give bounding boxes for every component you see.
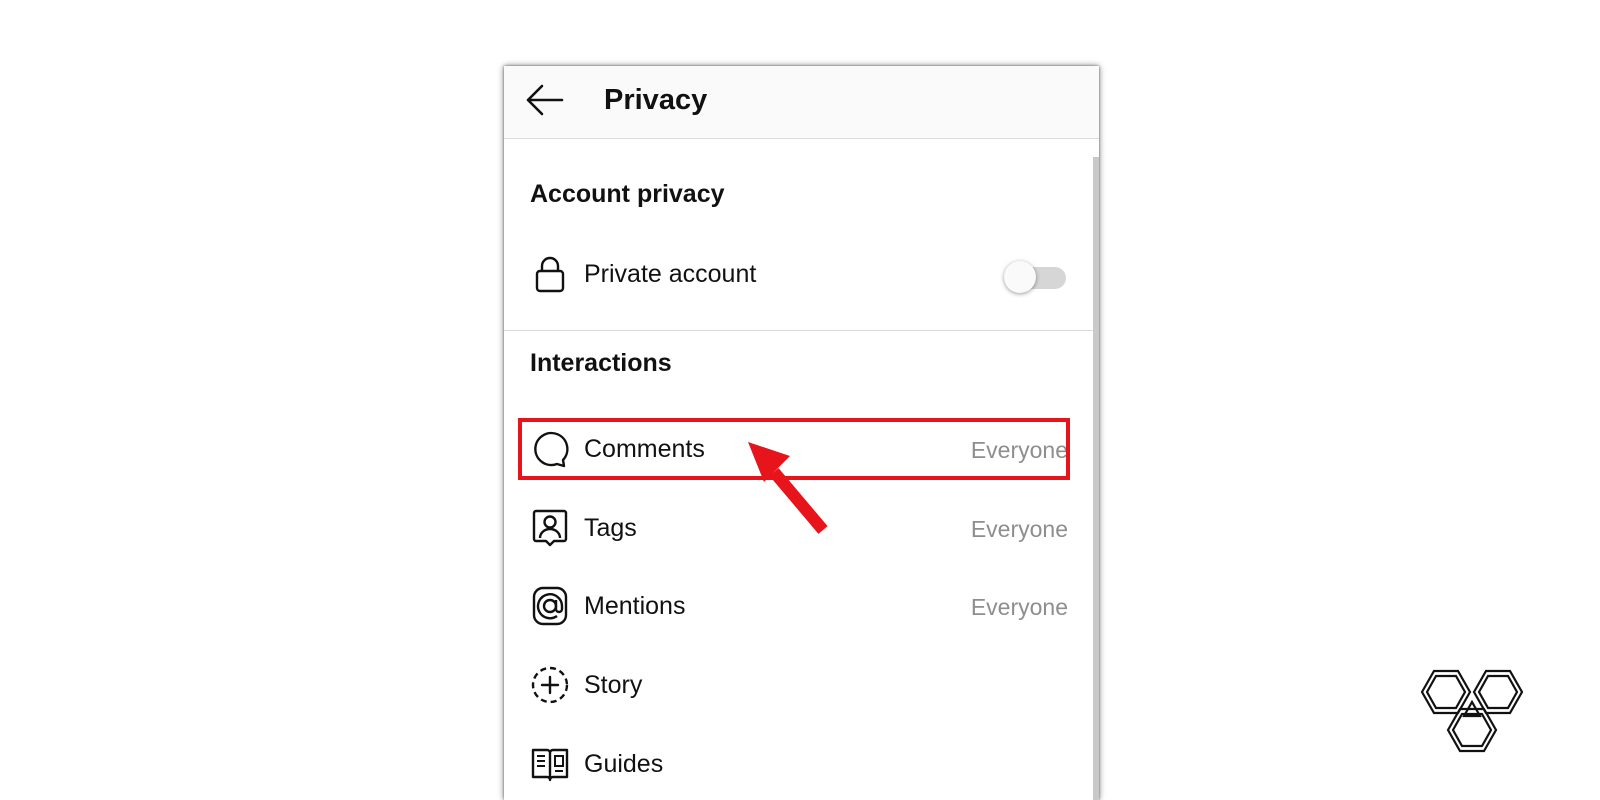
private-account-label: Private account: [584, 260, 757, 288]
guides-row[interactable]: Guides: [504, 734, 1093, 794]
story-add-icon: [531, 666, 569, 704]
mentions-value: Everyone: [970, 594, 1068, 620]
private-account-toggle[interactable]: [1004, 258, 1068, 293]
tag-person-icon: [532, 509, 568, 547]
section-title-interactions: Interactions: [530, 349, 672, 377]
page-title: Privacy: [604, 84, 708, 116]
tags-value: Everyone: [970, 516, 1068, 542]
guides-icon: [531, 748, 569, 782]
privacy-screen: Privacy Account privacy Private account …: [504, 66, 1099, 800]
lock-icon: [535, 256, 565, 293]
tags-label: Tags: [584, 514, 637, 542]
header-bar: Privacy: [504, 66, 1099, 139]
section-divider: [504, 330, 1093, 331]
private-account-row[interactable]: Private account: [504, 244, 1093, 304]
mentions-row[interactable]: Mentions Everyone: [504, 576, 1093, 636]
story-row[interactable]: Story: [504, 655, 1093, 715]
toggle-knob: [1004, 261, 1036, 293]
section-title-account-privacy: Account privacy: [530, 180, 725, 208]
hexagon-logo-icon: [1420, 669, 1524, 753]
mentions-label: Mentions: [584, 592, 686, 620]
guides-label: Guides: [584, 750, 664, 778]
arrow-left-icon[interactable]: [522, 82, 566, 118]
pointer-arrow-icon: [748, 442, 828, 534]
at-sign-icon: [532, 586, 568, 626]
story-label: Story: [584, 671, 643, 699]
scrollbar[interactable]: [1093, 157, 1099, 800]
